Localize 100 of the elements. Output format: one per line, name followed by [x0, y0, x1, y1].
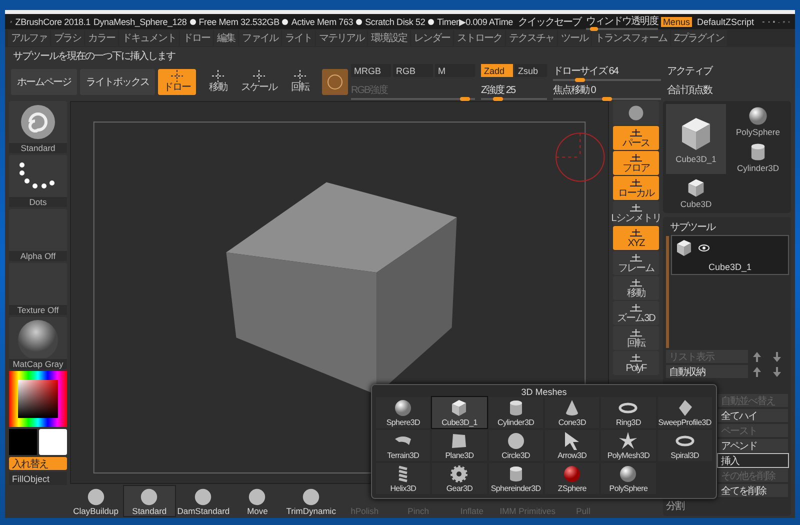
menu-item[interactable]: レンダー — [411, 30, 453, 46]
mesh-item[interactable]: Cylinder3D — [488, 397, 543, 428]
mode-button[interactable]: ドロー — [158, 69, 196, 95]
brush-button[interactable]: DamStandard — [177, 486, 230, 516]
menu-item[interactable]: ストローク — [454, 30, 505, 46]
menu-item[interactable]: ファイル — [239, 30, 281, 46]
preview-tile[interactable]: MatCap Gray — [9, 317, 67, 369]
color-mode-toggle[interactable]: RGB — [393, 64, 433, 77]
view-button[interactable]: パース — [613, 126, 659, 150]
app-title: ZBrushCore 2018.1 — [15, 16, 90, 26]
value-slider[interactable]: 焦点移動 0 — [553, 83, 661, 100]
view-button[interactable]: 移動 — [613, 276, 659, 300]
menu-item[interactable]: ドロー — [180, 30, 213, 46]
eye-icon[interactable] — [698, 244, 710, 252]
gear-icon — [449, 464, 470, 484]
arrow-icon[interactable] — [770, 366, 784, 378]
mesh-item[interactable]: Sphereinder3D — [488, 463, 543, 494]
subtool-action-button[interactable]: 全てを削除 — [718, 484, 788, 497]
disc-icon — [506, 431, 526, 451]
mesh-item[interactable]: Plane3D — [432, 430, 487, 461]
menu-item[interactable]: ドキュメント — [119, 30, 179, 46]
menu-item[interactable]: アルファ — [8, 30, 50, 46]
list-button[interactable]: 自動収納 — [666, 365, 748, 378]
status-dot-icon — [190, 18, 196, 24]
depth-mode-toggle[interactable]: Zadd — [481, 64, 513, 77]
mesh-item[interactable]: ZSphere — [544, 463, 600, 494]
depth-mode-toggle[interactable]: Zsub — [515, 64, 547, 77]
crosshair-icon — [293, 70, 307, 82]
mode-button[interactable]: スケール — [240, 69, 278, 95]
preview-tile[interactable]: Texture Off — [9, 263, 67, 315]
preview-tile[interactable]: Dots — [9, 155, 67, 207]
sphere-icon — [562, 464, 582, 484]
mesh-item[interactable]: SweepProfile3D — [658, 397, 712, 428]
script-button[interactable]: DefaultZScript — [694, 16, 756, 26]
view-button[interactable]: PolyF — [613, 351, 659, 375]
menu-item[interactable]: ツール — [558, 30, 591, 46]
value-slider[interactable]: Z強度 25 — [481, 83, 547, 100]
view-button[interactable]: フレーム — [613, 251, 659, 275]
menu-item[interactable]: 環境設定 — [368, 30, 410, 46]
color-mode-toggle[interactable]: MRGB — [351, 64, 391, 77]
nav-button[interactable]: ライトボックス — [80, 69, 155, 95]
sphere-icon — [627, 104, 645, 122]
mesh-item[interactable]: Helix3D — [376, 463, 430, 494]
render-button[interactable] — [613, 101, 659, 125]
mesh-item[interactable]: Circle3D — [488, 430, 543, 461]
tool-tile[interactable]: Cube3D_1 — [666, 104, 726, 174]
swap-button[interactable]: 入れ替え — [9, 457, 67, 470]
arrow-icon[interactable] — [750, 350, 764, 362]
tool-tile[interactable]: Cylinder3D — [728, 140, 788, 174]
mesh-item[interactable]: Arrow3D — [544, 430, 600, 461]
secondary-color-swatch[interactable] — [9, 429, 37, 455]
view-button[interactable]: XYZ — [613, 226, 659, 250]
brush-button[interactable]: Move — [232, 486, 284, 516]
subtool-action-button[interactable]: 全てハイ — [718, 409, 788, 422]
preview-tile[interactable]: Standard — [9, 101, 67, 153]
mesh-item[interactable]: Spiral3D — [658, 430, 712, 461]
view-button[interactable]: ズーム3D — [613, 301, 659, 325]
preview-tile[interactable]: Alpha Off — [9, 209, 67, 261]
menus-button[interactable]: Menus — [660, 16, 692, 26]
menu-item[interactable]: ブラシ — [51, 30, 84, 46]
mesh-item[interactable]: PolyMesh3D — [601, 430, 656, 461]
mesh-item[interactable]: Gear3D — [432, 463, 487, 494]
mode-button[interactable]: 移動 — [199, 69, 237, 95]
menu-item[interactable]: ライト — [282, 30, 315, 46]
mesh-item[interactable]: Cone3D — [544, 397, 600, 428]
brush-button[interactable]: ClayBuildup — [70, 486, 122, 516]
tool-tile[interactable]: PolySphere — [728, 104, 788, 138]
main-color-swatch[interactable] — [39, 429, 67, 455]
view-button[interactable]: 回転 — [613, 326, 659, 350]
subtool-action-button[interactable]: アペンド — [718, 439, 788, 452]
menu-item[interactable]: Zプラグイン — [671, 30, 728, 46]
menu-item[interactable]: マテリアル — [316, 30, 367, 46]
view-button[interactable]: Lシンメトリ — [613, 201, 659, 225]
fill-object-button[interactable]: FillObject — [9, 472, 67, 485]
subtool-item[interactable]: Cube3D_1 — [672, 236, 788, 274]
view-button[interactable]: ローカル — [613, 176, 659, 200]
menu-item[interactable]: トランスフォーム — [592, 30, 670, 46]
arrow-icon[interactable] — [770, 350, 784, 362]
quicksave-button[interactable]: クイックセーブ — [516, 14, 583, 28]
status-dot-icon — [356, 18, 362, 24]
color-mode-toggle[interactable]: M — [435, 64, 475, 77]
nav-button[interactable]: ホームページ — [11, 69, 77, 95]
view-button[interactable]: フロア — [613, 151, 659, 175]
mesh-item[interactable]: Ring3D — [601, 397, 656, 428]
mesh-item[interactable]: Sphere3D — [376, 397, 430, 428]
brush-button[interactable]: TrimDynamic — [285, 486, 337, 516]
mesh-item[interactable]: Cube3D_1 — [432, 397, 487, 428]
menu-item[interactable]: 編集 — [214, 30, 238, 46]
material-button[interactable] — [322, 69, 348, 95]
menu-item[interactable]: テクスチャ — [506, 30, 557, 46]
tool-tile[interactable]: Cube3D — [666, 176, 726, 210]
mesh-item[interactable]: PolySphere — [601, 463, 656, 494]
value-slider[interactable]: ドローサイズ 64 — [553, 64, 661, 81]
color-picker[interactable] — [9, 371, 67, 427]
arrow-icon[interactable] — [750, 366, 764, 378]
menu-item[interactable]: カラー — [85, 30, 118, 46]
mode-button[interactable]: 回転 — [281, 69, 319, 95]
subtool-action-button[interactable]: 挿入 — [718, 454, 788, 467]
brush-button[interactable]: Standard — [124, 486, 176, 516]
mesh-item[interactable]: Terrain3D — [376, 430, 430, 461]
